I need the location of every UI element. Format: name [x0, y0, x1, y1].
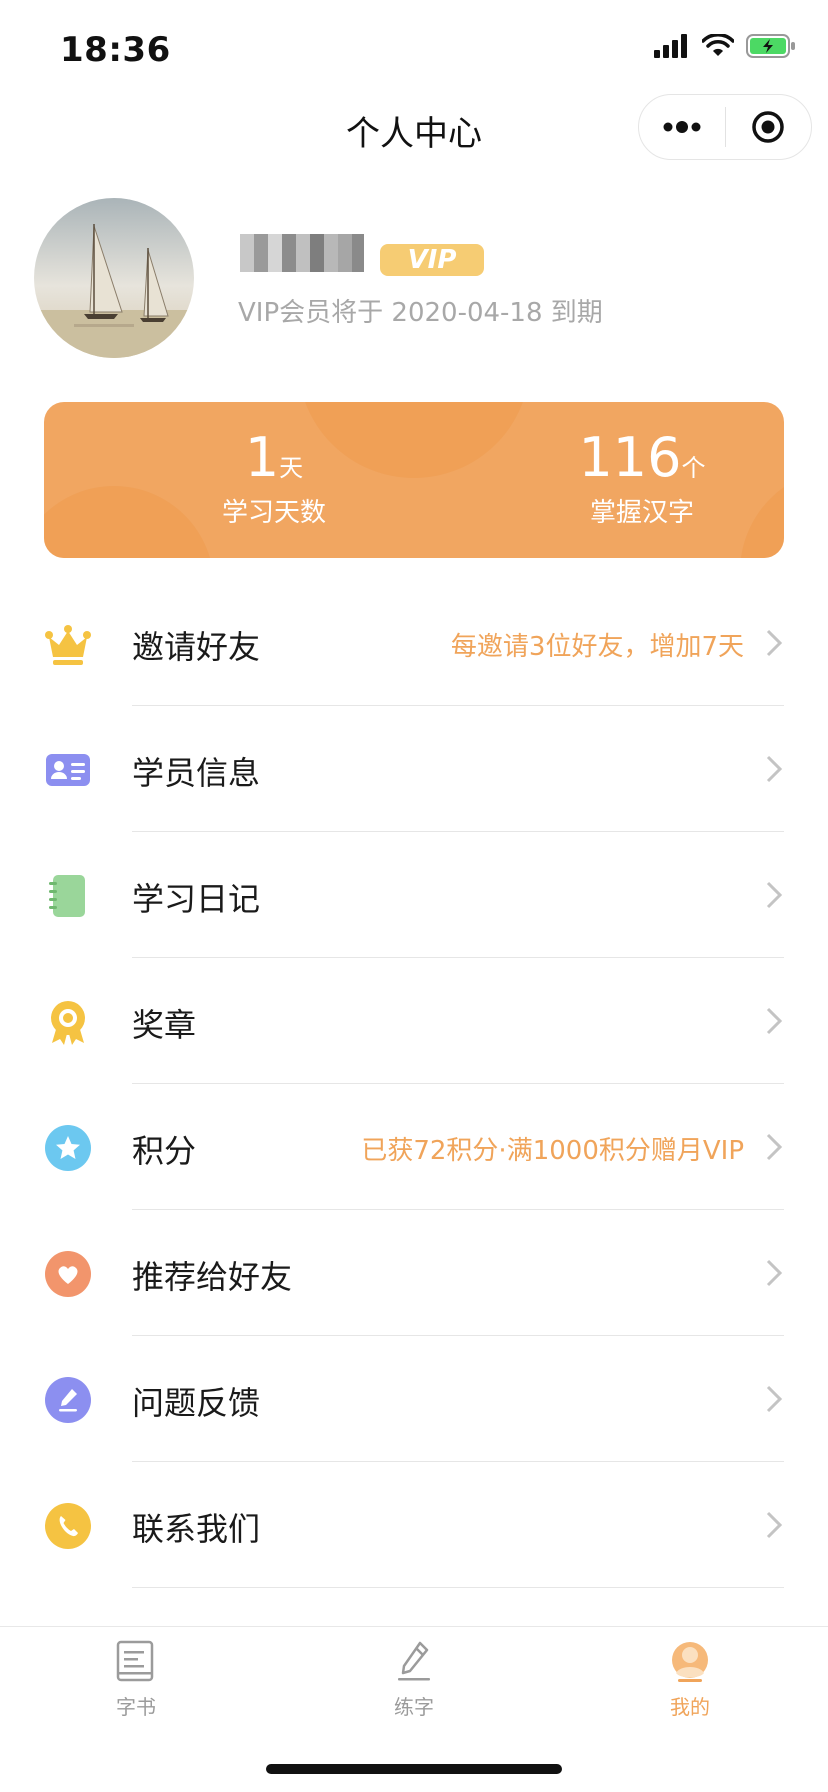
battery-icon	[746, 34, 795, 58]
menu-label: 学习日记	[132, 880, 261, 918]
menu-item-recommend[interactable]: 推荐给好友	[0, 1210, 828, 1336]
star-icon	[45, 1125, 91, 1171]
status-icons	[654, 34, 796, 58]
pencil-icon	[45, 1377, 91, 1423]
crown-icon	[45, 625, 91, 665]
menu-label: 问题反馈	[132, 1384, 261, 1422]
menu-hint: 每邀请3位好友，增加7天	[450, 632, 744, 662]
nav-bar: 个人中心	[0, 86, 828, 174]
chevron-right-icon	[766, 1259, 783, 1287]
miniprogram-capsule	[638, 94, 812, 160]
chevron-right-icon	[766, 1133, 783, 1161]
signal-icon	[654, 34, 687, 58]
menu-item-invite-friends[interactable]: 邀请好友 每邀请3位好友，增加7天	[0, 580, 828, 706]
tab-label: 练字	[394, 1695, 434, 1719]
menu-item-points[interactable]: 积分 已获72积分·满1000积分赠月VIP	[0, 1084, 828, 1210]
medal-icon	[51, 1001, 85, 1045]
heart-icon	[45, 1251, 91, 1297]
menu-label: 积分	[132, 1132, 197, 1170]
profile-header: VIP VIP会员将于 2020-04-18 到期	[34, 198, 794, 358]
chevron-right-icon	[766, 755, 783, 783]
more-button[interactable]	[639, 95, 725, 159]
menu-label: 邀请好友	[132, 628, 261, 666]
menu-item-medals[interactable]: 奖章	[0, 958, 828, 1084]
menu-hint: 已获72积分·满1000积分赠月VIP	[361, 1136, 744, 1166]
profile-icon	[672, 1642, 708, 1682]
stat-value: 116	[578, 426, 682, 489]
phone-icon	[45, 1503, 91, 1549]
stat-study-days: 1天 学习天数	[124, 426, 424, 529]
username-blurred	[240, 230, 370, 276]
stat-label: 掌握汉字	[589, 498, 694, 528]
more-dots-icon	[663, 121, 701, 133]
target-icon	[752, 111, 784, 143]
tab-book[interactable]: 字书	[36, 1639, 236, 1720]
tab-label: 我的	[670, 1695, 710, 1719]
stat-value: 1	[244, 426, 280, 489]
notebook-icon	[49, 875, 85, 917]
menu-label: 联系我们	[132, 1510, 261, 1548]
stat-characters-mastered: 116个 掌握汉字	[492, 426, 784, 529]
tab-practice[interactable]: 练字	[314, 1639, 514, 1720]
avatar[interactable]	[34, 198, 194, 358]
status-bar: 18:36	[0, 0, 828, 100]
vip-expire-text: VIP会员将于 2020-04-18 到期	[238, 298, 603, 328]
stat-unit: 个	[681, 454, 706, 482]
menu-item-contact-us[interactable]: 联系我们	[0, 1462, 828, 1588]
menu-item-student-info[interactable]: 学员信息	[0, 706, 828, 832]
chevron-right-icon	[766, 1385, 783, 1413]
stat-unit: 天	[279, 454, 304, 482]
chevron-right-icon	[766, 1511, 783, 1539]
id-card-icon	[46, 754, 90, 786]
brush-icon	[398, 1641, 430, 1681]
chevron-right-icon	[766, 1007, 783, 1035]
stats-card: 1天 学习天数 116个 掌握汉字	[44, 402, 784, 558]
wifi-icon	[702, 34, 734, 56]
menu-list: 邀请好友 每邀请3位好友，增加7天 学员信息 学习日记 奖章 积分 已获72积分…	[0, 580, 828, 1588]
menu-item-feedback[interactable]: 问题反馈	[0, 1336, 828, 1462]
tab-mine[interactable]: 我的	[590, 1639, 790, 1720]
menu-label: 学员信息	[132, 754, 261, 792]
chevron-right-icon	[766, 629, 783, 657]
close-miniprogram-button[interactable]	[726, 95, 812, 159]
vip-badge: VIP	[380, 244, 484, 276]
divider	[132, 1587, 784, 1588]
tab-label: 字书	[116, 1695, 156, 1719]
menu-label: 奖章	[132, 1006, 197, 1044]
status-time: 18:36	[60, 30, 171, 70]
stat-label: 学习天数	[221, 498, 326, 528]
book-icon	[116, 1640, 154, 1682]
home-indicator	[266, 1764, 562, 1774]
menu-item-study-diary[interactable]: 学习日记	[0, 832, 828, 958]
chevron-right-icon	[766, 881, 783, 909]
menu-label: 推荐给好友	[132, 1258, 293, 1296]
sailboat-photo	[34, 198, 194, 358]
